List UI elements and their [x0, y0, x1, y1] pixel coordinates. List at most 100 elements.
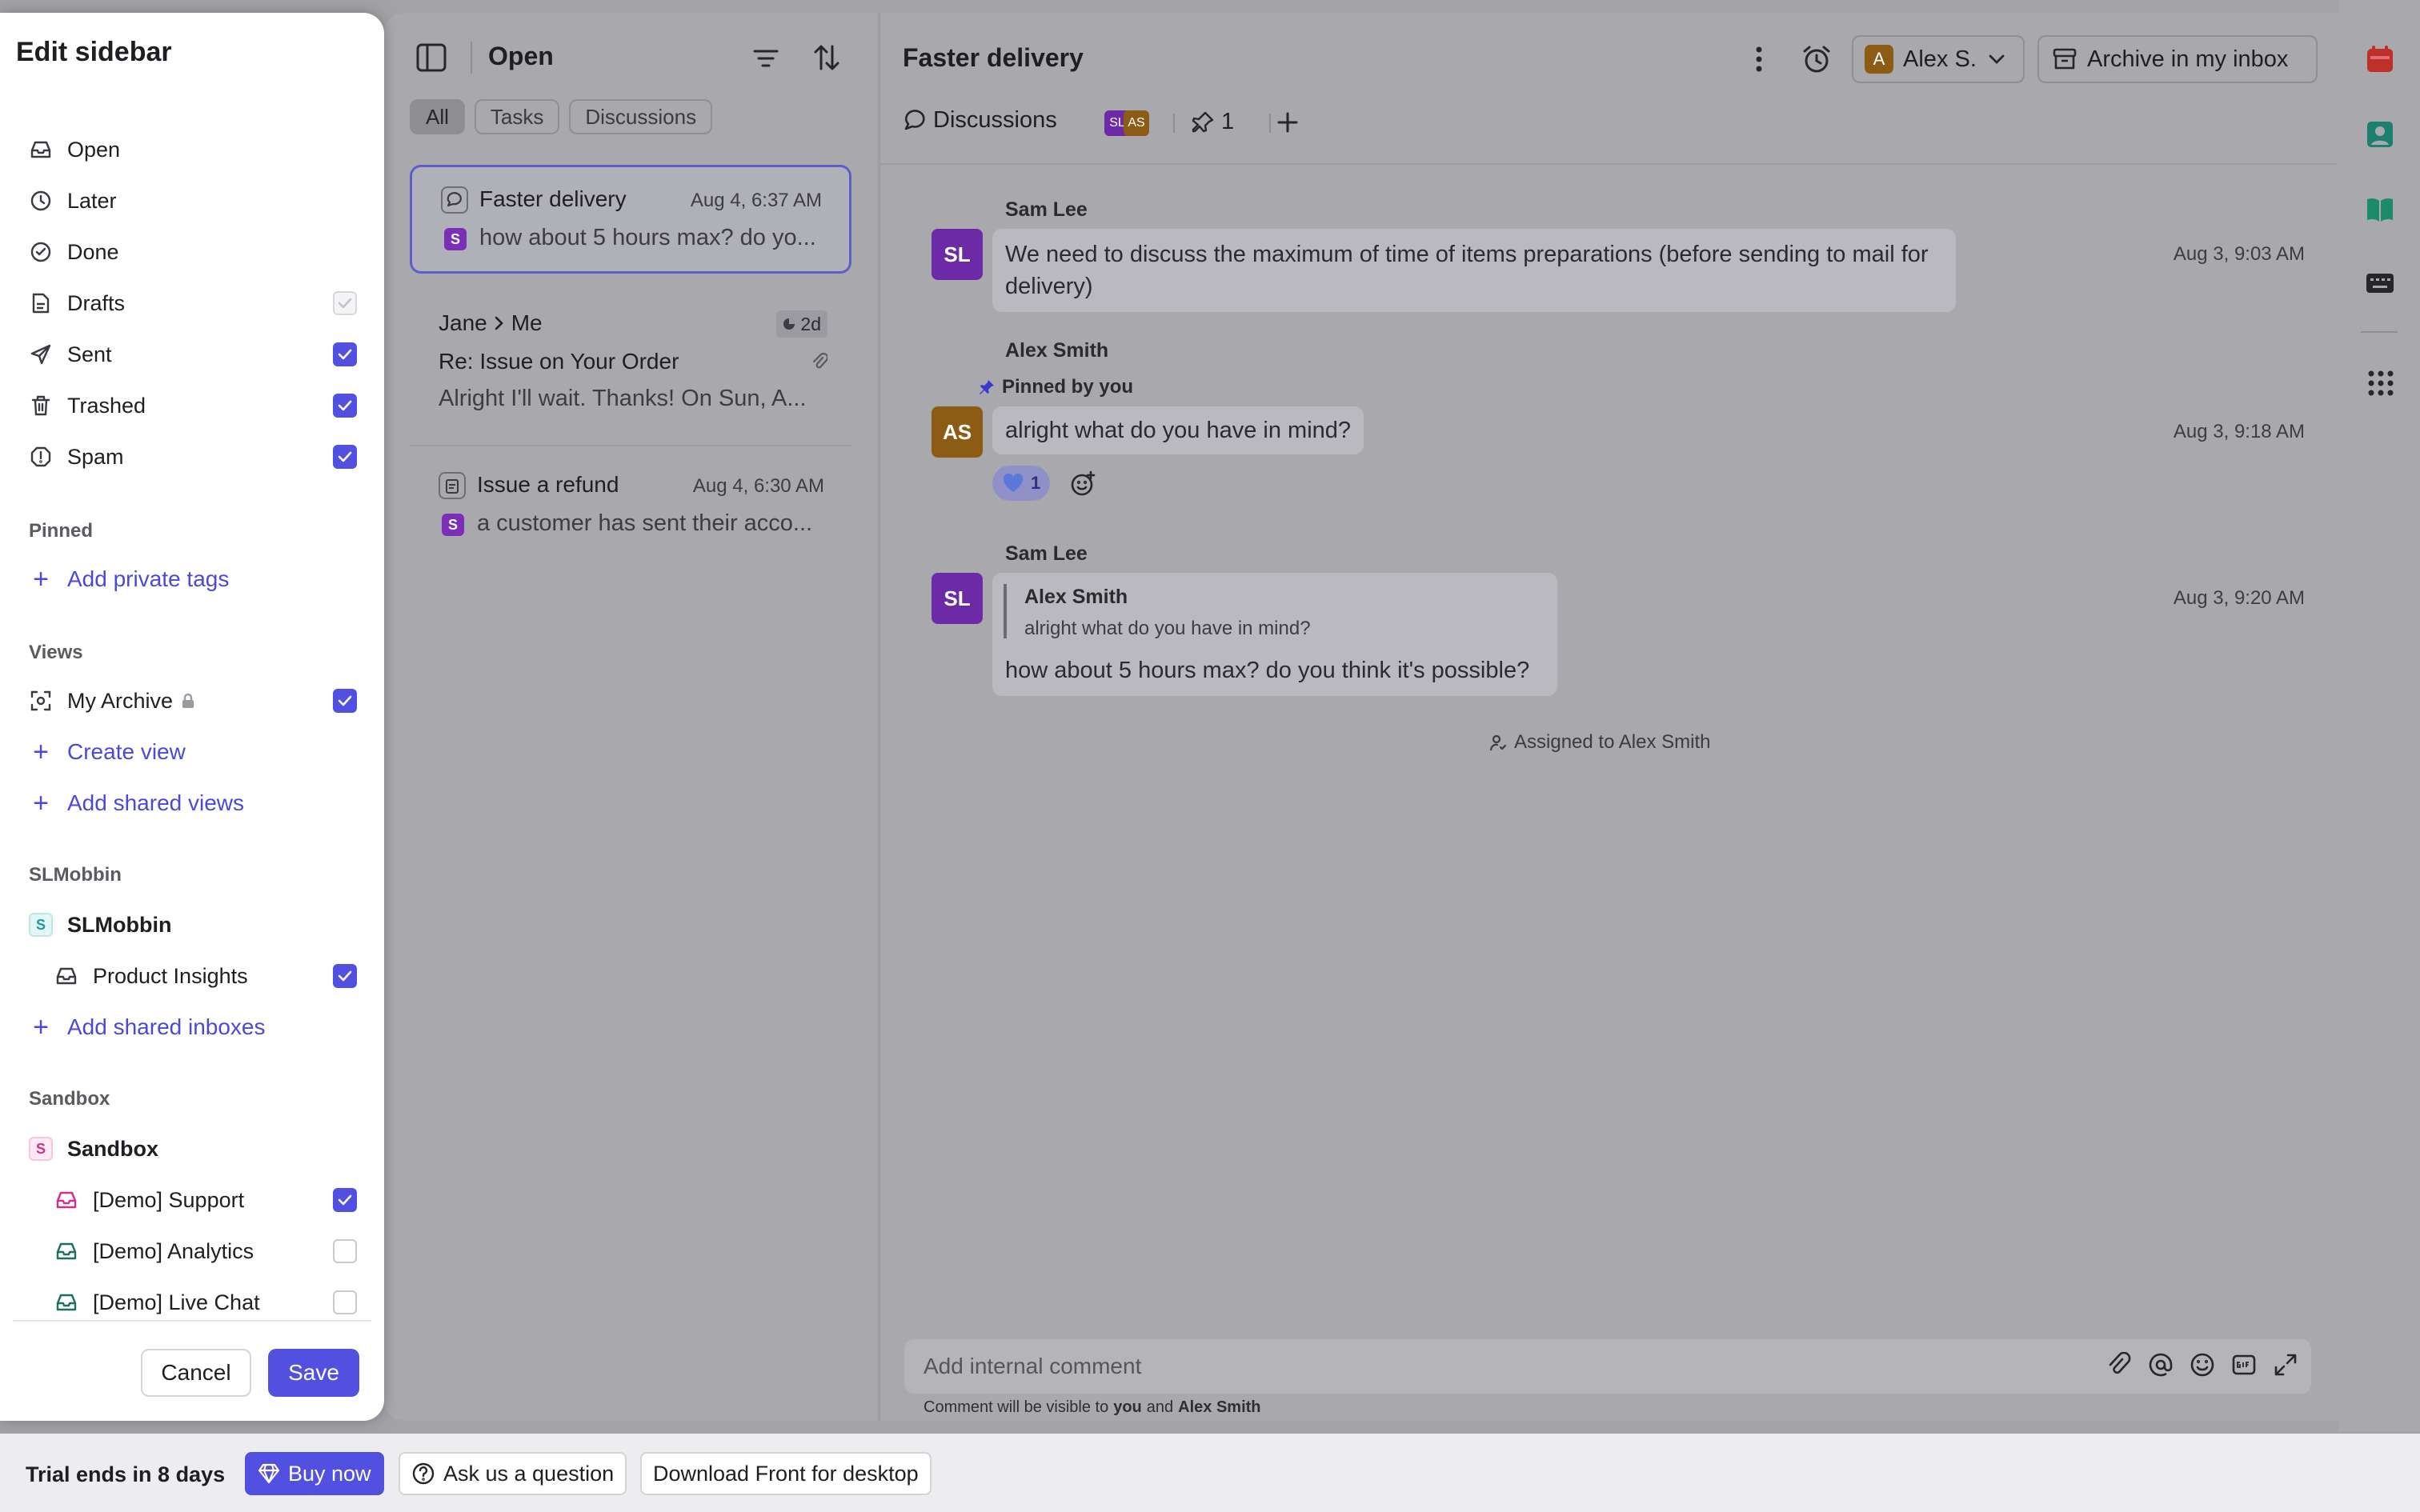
reaction-chip[interactable]: 1 — [992, 466, 1051, 501]
message-text: how about 5 hours max? do you think it's… — [1005, 658, 1530, 683]
check-circle-icon — [29, 240, 53, 264]
sidebar-item-demo-support[interactable]: [Demo] Support — [54, 1179, 360, 1221]
contacts-app-icon[interactable] — [2366, 120, 2394, 149]
toggle-sidebar-icon[interactable] — [416, 43, 447, 72]
sidebar-team-slmobbin[interactable]: S SLMobbin — [29, 904, 360, 946]
sidebar-item-demo-analytics[interactable]: [Demo] Analytics — [54, 1230, 360, 1272]
sidebar-item-spam[interactable]: Spam — [29, 436, 360, 478]
archive-button[interactable]: Archive in my inbox — [2037, 35, 2318, 83]
participants-avatars[interactable]: SL AS — [1104, 110, 1152, 136]
sidebar-item-label: [Demo] Support — [93, 1187, 245, 1212]
pin-icon — [1191, 110, 1215, 134]
knowledge-base-app-icon[interactable] — [2366, 195, 2394, 224]
section-header-slmobbin: SLMobbin — [29, 864, 122, 886]
assignee-dropdown[interactable]: A Alex S. — [1852, 35, 2025, 83]
conversation-preview: Alright I'll wait. Thanks! On Sun, A... — [439, 386, 807, 411]
comment-input-placeholder[interactable]: Add internal comment — [924, 1354, 1141, 1379]
conversation-title: Faster delivery — [479, 186, 627, 211]
my-archive-checkbox[interactable] — [333, 689, 357, 713]
add-shared-views-link[interactable]: + Add shared views — [29, 782, 244, 824]
visibility-prefix: Comment will be visible to — [924, 1398, 1109, 1416]
sidebar-item-done[interactable]: Done — [29, 231, 360, 273]
sidebar-item-open[interactable]: Open — [29, 129, 360, 170]
apps-grid-icon[interactable] — [2367, 370, 2394, 397]
buy-now-button[interactable]: Buy now — [245, 1452, 384, 1495]
more-options-icon[interactable] — [1749, 43, 1769, 75]
emoji-icon[interactable] — [2190, 1352, 2215, 1378]
sent-checkbox[interactable] — [333, 342, 357, 366]
sidebar-item-demo-live-chat[interactable]: [Demo] Live Chat — [54, 1282, 360, 1323]
tab-discussions-conversation[interactable]: Discussions — [903, 107, 1057, 134]
spam-checkbox[interactable] — [333, 445, 357, 469]
sidebar-item-later[interactable]: Later — [29, 180, 360, 222]
download-desktop-button[interactable]: Download Front for desktop — [640, 1452, 932, 1495]
demo-live-chat-checkbox[interactable] — [333, 1290, 357, 1314]
trial-notice: Trial ends in 8 days — [26, 1462, 226, 1486]
message-time: Aug 3, 9:20 AM — [2173, 587, 2305, 609]
chevron-right-icon — [494, 315, 505, 331]
add-reaction-icon[interactable] — [1069, 470, 1096, 498]
sidebar-item-drafts[interactable]: Drafts — [29, 282, 360, 324]
comment-visibility-note: Comment will be visible to you and Alex … — [924, 1398, 1261, 1417]
create-view-link[interactable]: + Create view — [29, 731, 186, 773]
sidebar-item-sent[interactable]: Sent — [29, 334, 360, 375]
conversation-time: Aug 4, 6:37 AM — [690, 190, 822, 211]
mention-icon[interactable] — [2148, 1352, 2174, 1378]
sort-icon[interactable] — [813, 43, 840, 72]
gif-icon[interactable] — [2231, 1352, 2257, 1378]
conversation-card-jane[interactable]: Jane Me 2d Re: Issue on Your Order Alrig… — [410, 299, 851, 419]
add-private-tags-link[interactable]: + Add private tags — [29, 558, 229, 600]
expand-icon[interactable] — [2273, 1352, 2298, 1378]
app-window: Open All Tasks Discussions Faster delive… — [0, 0, 2420, 1512]
sidebar-item-label: Spam — [67, 444, 124, 469]
trashed-checkbox[interactable] — [333, 394, 357, 418]
sidebar-item-label: My Archive — [67, 688, 174, 713]
quote-author: Alex Smith — [1024, 586, 1128, 608]
sidebar-item-label: Later — [67, 188, 117, 213]
add-shared-inboxes-link[interactable]: + Add shared inboxes — [29, 1006, 265, 1048]
sidebar-team-sandbox[interactable]: S Sandbox — [29, 1128, 360, 1170]
conversation-title: Issue a refund — [477, 472, 619, 497]
ask-question-button[interactable]: Ask us a question — [399, 1452, 627, 1495]
save-button[interactable]: Save — [268, 1349, 359, 1397]
sidebar-item-trashed[interactable]: Trashed — [29, 385, 360, 426]
demo-analytics-checkbox[interactable] — [333, 1239, 357, 1263]
plus-icon: + — [33, 564, 49, 594]
pie-clock-icon — [783, 318, 795, 330]
product-insights-checkbox[interactable] — [333, 964, 357, 988]
conversation-card-refund[interactable]: Issue a refund Aug 4, 6:30 AM S a custom… — [410, 453, 851, 562]
message-time: Aug 3, 9:18 AM — [2173, 421, 2305, 442]
sidebar-item-my-archive[interactable]: My Archive — [29, 680, 360, 722]
quote-bar — [1004, 584, 1007, 638]
age-badge: 2d — [776, 310, 827, 338]
conversation-card-faster-delivery[interactable]: Faster delivery Aug 4, 6:37 AM S how abo… — [410, 165, 851, 274]
cancel-button[interactable]: Cancel — [141, 1349, 251, 1397]
comment-composer[interactable]: Add internal comment — [904, 1339, 2311, 1394]
conversation-header-divider — [879, 163, 2337, 165]
pinned-note: Pinned by you — [978, 376, 1133, 398]
pinned-count-button[interactable]: 1 — [1191, 109, 1234, 135]
recipient-name: Me — [511, 310, 543, 335]
tab-discussions[interactable]: Discussions — [569, 99, 713, 134]
conversation-preview: a customer has sent their acco... — [477, 510, 813, 536]
tab-all[interactable]: All — [410, 99, 465, 134]
sidebar-item-label: Drafts — [67, 290, 126, 315]
demo-support-checkbox[interactable] — [333, 1188, 357, 1212]
keyboard-shortcuts-icon[interactable] — [2366, 272, 2394, 294]
list-tabs: All Tasks Discussions — [410, 99, 713, 134]
sidebar-item-product-insights[interactable]: Product Insights — [54, 955, 360, 997]
add-tab-icon[interactable] — [1276, 110, 1300, 134]
list-separator — [410, 445, 851, 446]
assignment-event-text: Assigned to Alex Smith — [1514, 731, 1711, 753]
avatar: AS — [932, 406, 983, 458]
edit-sidebar-panel: Edit sidebar Open Later Done Drafts Sent… — [0, 13, 384, 1421]
sender-name: Jane — [439, 310, 487, 335]
message-bubble-with-quote: Alex Smith alright what do you have in m… — [992, 573, 1557, 696]
filter-icon[interactable] — [752, 46, 779, 70]
tab-tasks[interactable]: Tasks — [474, 99, 560, 134]
plus-icon: + — [33, 788, 49, 818]
calendar-app-icon[interactable] — [2366, 45, 2394, 74]
discussion-icon — [441, 186, 468, 214]
snooze-alarm-icon[interactable] — [1801, 43, 1833, 75]
attachment-icon[interactable] — [2106, 1352, 2132, 1378]
